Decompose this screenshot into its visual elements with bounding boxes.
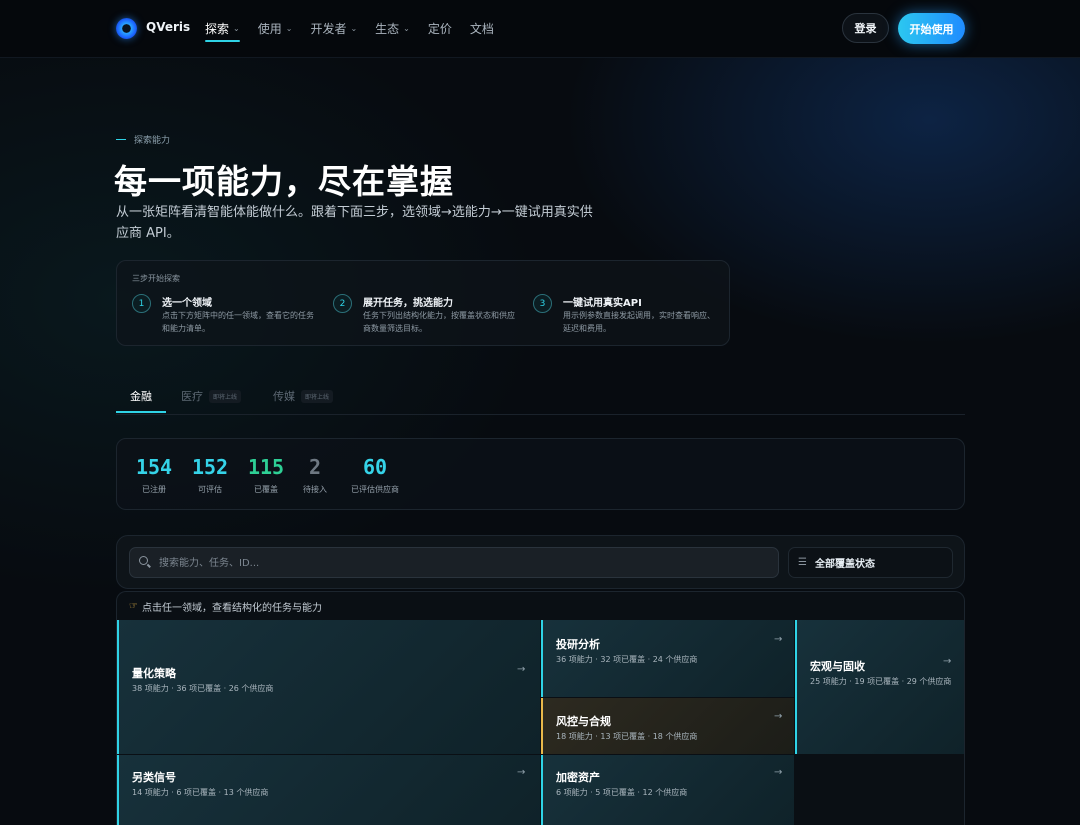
- stat-value: 154: [135, 455, 173, 479]
- main-menu: 探索 ⌄ 使用 ⌄ 开发者 ⌄ 生态 ⌄ 定价 文档: [205, 20, 512, 42]
- filter-label: 全部覆盖状态: [814, 559, 875, 570]
- tile-meta: 38 项能力 · 36 项已覆盖 · 26 个供应商: [132, 684, 274, 693]
- search-icon: [139, 556, 148, 565]
- stat-evaluated-providers: 60 已评估供应商: [345, 456, 405, 495]
- get-started-button[interactable]: 开始使用: [898, 13, 965, 44]
- step-title: 展开任务，挑选能力: [363, 298, 453, 309]
- step-number: 3: [533, 294, 552, 313]
- menu-item-label: 文档: [469, 22, 494, 36]
- tab-label: 金融: [130, 390, 152, 403]
- pointing-hand-icon: ☞: [129, 601, 138, 612]
- step-number: 1: [132, 294, 151, 313]
- page-description: 从一张矩阵看清智能体能做什么。跟着下面三步，选领域→选能力→一键试用真实供应商 …: [116, 205, 593, 241]
- step-title: 一键试用真实API: [563, 298, 642, 309]
- domain-tile-alternative-signals[interactable]: 另类信号 14 项能力 · 6 项已覆盖 · 13 个供应商 →: [117, 755, 540, 825]
- menu-item-label: 开发者: [310, 22, 347, 36]
- coming-soon-badge: 即将上线: [209, 389, 242, 403]
- step-description: 点击下方矩阵中的任一领域，查看它的任务和能力清单。: [162, 311, 314, 333]
- stat-pending: 2 待接入: [297, 456, 333, 495]
- stat-evaluable: 152 可评估: [189, 456, 231, 495]
- domain-tile-research[interactable]: 投研分析 36 项能力 · 32 项已覆盖 · 24 个供应商 →: [541, 620, 794, 697]
- chevron-down-icon: ⌄: [403, 24, 410, 33]
- stat-label: 已覆盖: [254, 485, 278, 494]
- menu-item-use[interactable]: 使用 ⌄: [258, 20, 293, 37]
- stat-registered: 154 已注册: [133, 456, 175, 495]
- menu-item-developer[interactable]: 开发者 ⌄: [310, 20, 357, 37]
- hero-eyebrow: 探索能力: [116, 133, 170, 146]
- arrow-right-icon: →: [517, 664, 526, 675]
- stat-value: 60: [362, 455, 388, 479]
- tab-medical[interactable]: 医疗 即将上线: [181, 388, 242, 404]
- chevron-down-icon: ⌄: [233, 24, 240, 33]
- coverage-filter-select[interactable]: ☰ 全部覆盖状态: [788, 547, 953, 578]
- tab-media[interactable]: 传媒 即将上线: [273, 388, 334, 404]
- tile-meta: 36 项能力 · 32 项已覆盖 · 24 个供应商: [556, 655, 698, 664]
- hint-text: 点击任一领域，查看结构化的任务与能力: [141, 603, 322, 614]
- domain-tabs: 金融 医疗 即将上线 传媒 即将上线: [116, 380, 965, 415]
- domain-tile-crypto-assets[interactable]: 加密资产 6 项能力 · 5 项已覆盖 · 12 个供应商 →: [541, 755, 794, 825]
- top-nav: QVeris 探索 ⌄ 使用 ⌄ 开发者 ⌄ 生态 ⌄ 定价 文档 登录 开始使用: [0, 0, 1080, 58]
- coming-soon-badge: 即将上线: [301, 389, 334, 403]
- menu-item-pricing[interactable]: 定价: [428, 20, 452, 37]
- login-button[interactable]: 登录: [842, 13, 889, 43]
- domain-tile-macro-fixed-income[interactable]: 宏观与固收 25 项能力 · 19 项已覆盖 · 29 个供应商 →: [795, 620, 964, 754]
- arrow-right-icon: →: [943, 656, 952, 667]
- stat-value: 2: [308, 455, 322, 479]
- menu-item-explore[interactable]: 探索 ⌄: [205, 20, 240, 42]
- search-box[interactable]: [129, 547, 779, 579]
- stat-label: 可评估: [198, 485, 222, 494]
- tile-meta: 6 项能力 · 5 项已覆盖 · 12 个供应商: [556, 788, 688, 797]
- stat-value: 115: [247, 455, 285, 479]
- tab-label: 传媒: [273, 390, 295, 403]
- menu-item-label: 使用: [257, 22, 282, 36]
- stat-covered: 115 已覆盖: [245, 456, 287, 495]
- step-title: 选一个领域: [162, 298, 212, 309]
- tile-title: 另类信号: [132, 771, 176, 784]
- chevron-down-icon: ⌄: [350, 24, 358, 33]
- active-tab-indicator: [116, 411, 166, 413]
- eyebrow-label: 探索能力: [134, 136, 171, 146]
- arrow-right-icon: →: [517, 767, 526, 778]
- qveris-logo-icon[interactable]: [116, 18, 137, 39]
- tab-finance[interactable]: 金融: [130, 388, 152, 404]
- tile-meta: 18 项能力 · 13 项已覆盖 · 18 个供应商: [556, 732, 698, 741]
- steps-label: 三步开始探索: [132, 274, 180, 283]
- domain-tile-quant-strategy[interactable]: 量化策略 38 项能力 · 36 项已覆盖 · 26 个供应商 →: [117, 620, 540, 754]
- menu-item-docs[interactable]: 文档: [470, 20, 494, 37]
- chevron-down-icon: ⌄: [285, 24, 293, 33]
- tile-title: 宏观与固收: [810, 660, 865, 673]
- arrow-right-icon: →: [774, 711, 783, 722]
- stats-card: 154 已注册 152 可评估 115 已覆盖 2 待接入 60 已评估供应商: [116, 438, 965, 510]
- menu-item-label: 探索: [205, 22, 230, 36]
- steps-card: 三步开始探索 1 选一个领域 点击下方矩阵中的任一领域，查看它的任务和能力清单。…: [116, 260, 730, 346]
- tile-title: 风控与合规: [556, 715, 611, 728]
- search-input[interactable]: [157, 548, 771, 579]
- sliders-icon: ☰: [798, 557, 807, 568]
- tile-title: 投研分析: [556, 638, 600, 651]
- menu-item-label: 定价: [427, 22, 452, 36]
- eyebrow-line-icon: [116, 139, 126, 140]
- step-description: 任务下列出结构化能力，按覆盖状态和供应商数量筛选目标。: [363, 311, 515, 333]
- tile-meta: 25 项能力 · 19 项已覆盖 · 29 个供应商: [810, 677, 952, 686]
- stat-label: 已评估供应商: [351, 485, 399, 494]
- step-description: 用示例参数直接发起调用，实时查看响应、延迟和费用。: [563, 311, 715, 333]
- stat-value: 152: [191, 455, 229, 479]
- arrow-right-icon: →: [774, 634, 783, 645]
- tile-title: 加密资产: [556, 771, 600, 784]
- domain-matrix: ☞ 点击任一领域，查看结构化的任务与能力 量化策略 38 项能力 · 36 项已…: [116, 591, 965, 825]
- tile-meta: 14 项能力 · 6 项已覆盖 · 13 个供应商: [132, 788, 269, 797]
- search-panel: ☰ 全部覆盖状态: [116, 535, 965, 589]
- matrix-hint: ☞ 点击任一领域，查看结构化的任务与能力: [129, 599, 322, 614]
- arrow-right-icon: →: [774, 767, 783, 778]
- tile-title: 量化策略: [132, 667, 176, 680]
- tab-label: 医疗: [181, 390, 203, 403]
- menu-item-ecosystem[interactable]: 生态 ⌄: [375, 20, 410, 37]
- step-number: 2: [333, 294, 352, 313]
- stat-label: 待接入: [303, 485, 327, 494]
- menu-item-label: 生态: [375, 22, 400, 36]
- domain-tile-risk-compliance[interactable]: 风控与合规 18 项能力 · 13 项已覆盖 · 18 个供应商 →: [541, 698, 794, 754]
- page-title: 每一项能力，尽在掌握: [114, 162, 454, 201]
- stat-label: 已注册: [142, 485, 166, 494]
- brand-name[interactable]: QVeris: [146, 20, 190, 34]
